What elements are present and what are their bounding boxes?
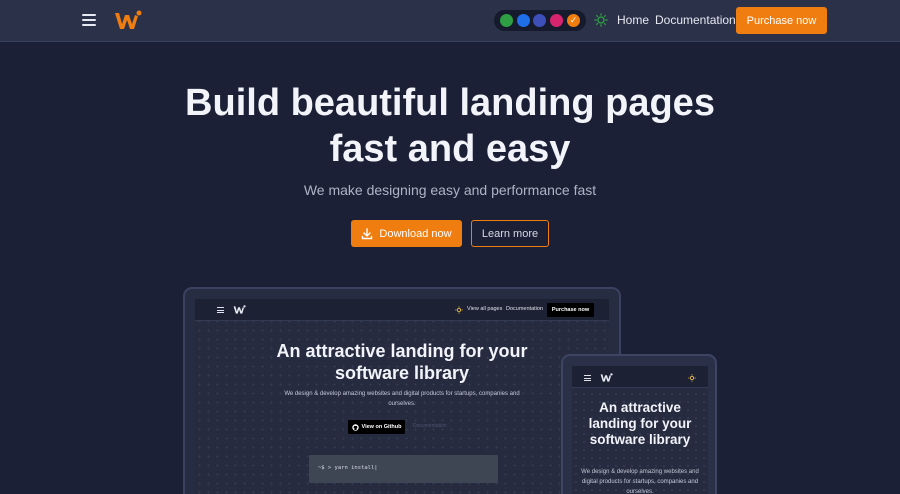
preview-sun-icon [455, 306, 463, 314]
preview-subtitle: We design & develop amazing websites and… [284, 391, 520, 407]
nav-link-home[interactable]: Home [617, 13, 649, 27]
preview-logo-icon [233, 305, 246, 314]
download-now-button[interactable]: Download now [351, 220, 462, 247]
preview-documentation: Documentation [506, 306, 543, 312]
color-theme-picker: ✓ [494, 10, 586, 31]
phone-preview-navbar [572, 366, 708, 388]
phone-logo-icon [600, 373, 613, 382]
preview-github-label: View on Github [361, 424, 402, 430]
hero-title: Build beautiful landing pages fast and e… [185, 82, 715, 170]
swatch-orange-selected[interactable]: ✓ [567, 14, 581, 27]
preview-purchase-button: Purchase now [547, 303, 594, 317]
sun-icon[interactable] [594, 13, 608, 27]
swatch-blue[interactable] [516, 14, 530, 27]
phone-preview-title: An attractive landing for your software … [588, 400, 692, 447]
preview-hamburger-icon [217, 307, 224, 313]
preview-github-button: View on Github [348, 420, 405, 434]
swatch-green[interactable] [499, 14, 513, 27]
phone-preview-subtitle: We design & develop amazing websites and… [581, 469, 699, 494]
download-now-label: Download now [379, 227, 452, 240]
nav-link-documentation[interactable]: Documentation [655, 13, 736, 27]
hamburger-menu-icon[interactable] [82, 14, 96, 26]
laptop-preview-screen: View all pages Documentation Purchase no… [195, 299, 609, 494]
phone-preview-frame: An attractive landing for your software … [561, 354, 717, 494]
preview-title: An attractive landing for your software … [276, 341, 528, 383]
swatch-indigo[interactable] [533, 14, 547, 27]
hero-subtitle: We make designing easy and performance f… [303, 182, 597, 198]
preview-ghost-link: Documentation [413, 423, 447, 429]
github-icon [351, 423, 359, 431]
phone-sun-icon [688, 374, 696, 382]
laptop-preview-frame: View all pages Documentation Purchase no… [183, 287, 621, 494]
preview-terminal: ~$ > yarn install| [309, 455, 498, 483]
swatch-pink[interactable] [550, 14, 564, 27]
phone-hamburger-icon [584, 375, 591, 381]
preview-navbar: View all pages Documentation Purchase no… [195, 299, 609, 321]
purchase-now-button[interactable]: Purchase now [736, 7, 827, 34]
top-navbar: ✓ Home Documentation Purchase now [0, 0, 900, 42]
phone-preview-screen: An attractive landing for your software … [572, 366, 708, 494]
learn-more-button[interactable]: Learn more [471, 220, 549, 247]
download-icon [362, 227, 373, 239]
preview-terminal-text: ~$ > yarn install| [318, 465, 378, 471]
check-icon: ✓ [569, 15, 578, 25]
brand-logo-icon[interactable] [114, 10, 142, 32]
preview-view-all-pages: View all pages [467, 306, 503, 312]
